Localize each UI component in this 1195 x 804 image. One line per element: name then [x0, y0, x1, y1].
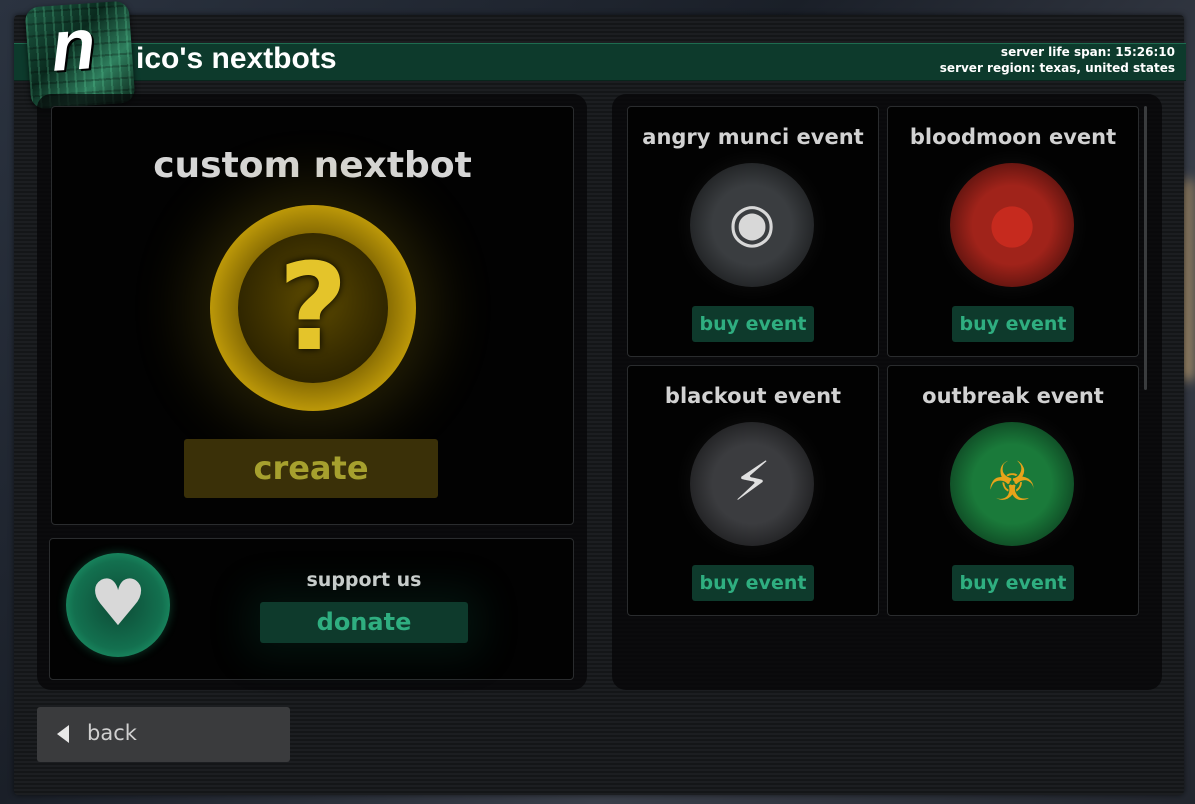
server-info: server life span: 15:26:10 server region… [940, 44, 1175, 76]
logo-letter: n [48, 4, 99, 87]
event-glyph: ◉ [728, 191, 776, 254]
server-region: server region: texas, united states [939, 61, 1175, 75]
events-scrollbar[interactable] [1144, 106, 1147, 390]
donate-button[interactable]: donate [260, 602, 468, 643]
buy-event-button[interactable]: buy event [692, 306, 814, 342]
lightning-icon: ⚡ [690, 422, 814, 546]
eye-icon: ◉ [690, 163, 814, 287]
back-button[interactable]: back [37, 707, 290, 762]
buy-event-button[interactable]: buy event [952, 565, 1074, 601]
heart-icon: ♥ [66, 553, 170, 657]
blood-moon-icon: ● [950, 163, 1074, 287]
event-title: blackout event [664, 384, 842, 408]
create-button[interactable]: create [184, 439, 438, 498]
buy-event-button[interactable]: buy event [692, 565, 814, 601]
event-card-outbreak: outbreak event ☣ buy event [887, 365, 1139, 616]
support-label: support us [306, 569, 422, 591]
question-glyph: ? [278, 239, 348, 378]
back-arrow-icon [57, 725, 69, 743]
event-glyph: ⚡ [733, 450, 771, 513]
support-card: ♥ support us donate [49, 538, 574, 680]
event-glyph: ● [988, 191, 1036, 254]
biohazard-icon: ☣ [950, 422, 1074, 546]
event-card-angry-munci: angry munci event ◉ buy event [627, 106, 879, 357]
event-title: outbreak event [922, 384, 1104, 408]
event-glyph: ☣ [987, 450, 1037, 513]
question-mark-icon: ? [210, 205, 416, 411]
custom-nextbot-title: custom nextbot [153, 145, 472, 186]
event-title: angry munci event [642, 125, 864, 149]
server-life-span: server life span: 15:26:10 [1000, 45, 1175, 59]
event-title: bloodmoon event [909, 125, 1117, 149]
custom-nextbot-card: custom nextbot ? create [51, 106, 574, 525]
event-card-bloodmoon: bloodmoon event ● buy event [887, 106, 1139, 357]
heart-glyph: ♥ [89, 567, 147, 641]
back-label: back [87, 721, 137, 745]
page-title: ico's nextbots [136, 42, 337, 75]
event-card-blackout: blackout event ⚡ buy event [627, 365, 879, 616]
buy-event-button[interactable]: buy event [952, 306, 1074, 342]
